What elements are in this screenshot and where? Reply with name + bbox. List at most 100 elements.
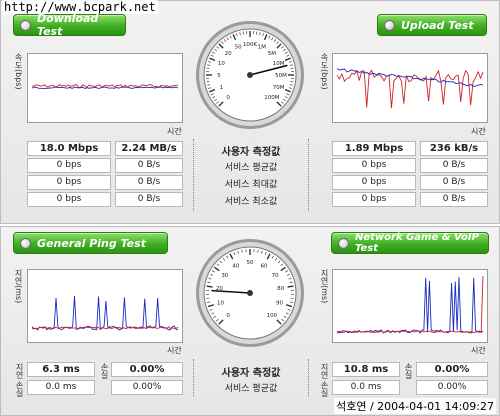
game-x-axis-label: 시간 [471, 346, 486, 355]
upload-avg-bps: 0 bps [332, 158, 416, 173]
ping-x-axis-label: 시간 [167, 346, 182, 355]
download-min-bps: 0 bps [27, 192, 111, 207]
download-measured-Bps: 2.24 MB/s [115, 141, 183, 156]
game-delay-side-label: 지연 [320, 363, 329, 379]
gauge-tick-label: 50 [235, 44, 242, 50]
ping-delay-side-label: 지연 [15, 363, 24, 379]
general-ping-test-button[interactable]: General Ping Test [13, 232, 168, 254]
gauge-hub [247, 290, 253, 296]
download-avg-Bps: 0 B/s [115, 158, 183, 173]
gauge-tick-label: 0 [226, 95, 230, 101]
ping-avg-label: 서비스 평균값 [224, 384, 278, 394]
gauge-tick-label: 10 [218, 61, 225, 67]
game-measured-loss: 0.00% [416, 362, 488, 377]
gauge-tick-label: 100M [264, 95, 279, 101]
game-chart [332, 269, 488, 343]
game-loss-side-label: 손실 [320, 381, 329, 397]
ping-gauge: 0 10 20 30 40 50 60 70 80 90 100 [194, 237, 306, 349]
network-game-voip-test-label: Network Game & VoIP Test [355, 232, 479, 254]
radio-dot-icon [20, 19, 31, 31]
network-game-voip-test-button[interactable]: Network Game & VoIP Test [331, 232, 489, 254]
download-test-label: Download Test [37, 12, 99, 38]
upload-measured-bps: 1.89 Mbps [332, 141, 416, 156]
signature-watermark: 석호연 / 2004-04-01 14:09:27 [334, 398, 496, 414]
ping-chart [27, 269, 183, 343]
ping-avg-ms: 0.0 ms [27, 380, 95, 395]
download-trace-blue [31, 86, 179, 89]
upload-chart [332, 53, 488, 123]
ping-gauge-dial: 0102030405060708090100 [196, 239, 304, 347]
ping-measured-ms: 6.3 ms [27, 362, 95, 377]
download-x-axis-label: 시간 [167, 127, 182, 136]
speed-measured-label: 사용자 측정값 [221, 147, 281, 158]
ping-chart-svg [31, 295, 179, 331]
game-chart-svg [336, 275, 484, 334]
speed-max-label: 서비스 최대값 [224, 180, 278, 190]
radio-dot-icon [338, 237, 349, 249]
game-trace-blue [336, 277, 484, 334]
gauge-tick-label: 50 [247, 260, 254, 266]
speed-avg-label: 서비스 평균값 [224, 163, 278, 173]
ping-measured-label: 사용자 측정값 [221, 368, 281, 379]
gauge-tick-label: 40 [232, 263, 239, 269]
upload-test-button[interactable]: Upload Test [377, 14, 487, 36]
download-avg-bps: 0 bps [27, 158, 111, 173]
gauge-tick-label: 5 [217, 73, 221, 79]
ping-loss-side-label: 손실 [15, 381, 24, 397]
game-loss-label-2: 손실 [404, 363, 413, 379]
gauge-tick-label: 80 [277, 286, 284, 292]
upload-test-label: Upload Test [401, 18, 474, 32]
download-chart-svg [31, 84, 179, 89]
gauge-tick-label: 10 [217, 301, 224, 307]
ping-loss-label-2: 손실 [100, 363, 109, 379]
gauge-tick-label: 0 [226, 313, 230, 319]
radio-dot-icon [20, 237, 31, 249]
game-avg-loss: 0.00% [416, 380, 488, 395]
ping-test-panel: General Ping Test Network Game & VoIP Te… [0, 226, 500, 416]
upload-min-bps: 0 bps [332, 192, 416, 207]
gauge-minor-tick [241, 249, 243, 253]
game-trace-red [336, 275, 484, 333]
gauge-tick-label: 1 [220, 85, 224, 91]
gauge-tick-label: 60 [261, 263, 268, 269]
upload-max-Bps: 0 B/s [420, 175, 488, 190]
gauge-tick-label: 90 [276, 301, 283, 307]
gauge-tick-label: 70 [272, 273, 279, 279]
upload-max-bps: 0 bps [332, 175, 416, 190]
upload-measured-Bps: 236 kB/s [420, 141, 488, 156]
gauge-tick-label: 70M [273, 85, 285, 91]
download-max-bps: 0 bps [27, 175, 111, 190]
gauge-major-tick [287, 285, 294, 288]
gauge-tick-label: 1M [258, 44, 266, 50]
ping-measured-loss: 0.00% [111, 362, 183, 377]
gauge-tick-label: 50M [275, 73, 287, 79]
gauge-hub [247, 72, 253, 78]
general-ping-test-label: General Ping Test [37, 236, 146, 250]
ping-trace-blue [31, 295, 179, 331]
speed-test-panel: Download Test Upload Test 속도(bps) 시간 속도(… [0, 0, 500, 224]
radio-dot-icon [384, 19, 395, 31]
gauge-tick-label: 20 [225, 51, 232, 57]
download-y-axis-label: 속도(bps) [14, 53, 23, 90]
gauge-minor-tick [257, 249, 259, 253]
game-avg-ms: 0.0 ms [332, 380, 400, 395]
download-min-Bps: 0 B/s [115, 192, 183, 207]
gauge-tick-label: 100 [267, 313, 278, 319]
gauge-tick-label: 5M [268, 51, 276, 57]
ping-avg-loss: 0.00% [111, 380, 183, 395]
upload-avg-Bps: 0 B/s [420, 158, 488, 173]
gauge-tick-label: 100K [243, 42, 257, 48]
speed-min-label: 서비스 최소값 [224, 197, 278, 207]
upload-min-Bps: 0 B/s [420, 192, 488, 207]
site-url-watermark: http://www.bcpark.net [2, 0, 158, 14]
ping-y-axis-label: 지연(ms) [14, 269, 23, 304]
download-max-Bps: 0 B/s [115, 175, 183, 190]
gauge-tick-label: 30 [221, 273, 228, 279]
upload-x-axis-label: 시간 [471, 127, 486, 136]
upload-y-axis-label: 속도(bps) [320, 53, 329, 90]
upload-chart-svg [336, 68, 484, 109]
download-test-button[interactable]: Download Test [13, 12, 126, 38]
gauge-major-tick [206, 285, 213, 288]
download-measured-bps: 18.0 Mbps [27, 141, 111, 156]
game-y-axis-label: 지연(ms) [320, 269, 329, 304]
